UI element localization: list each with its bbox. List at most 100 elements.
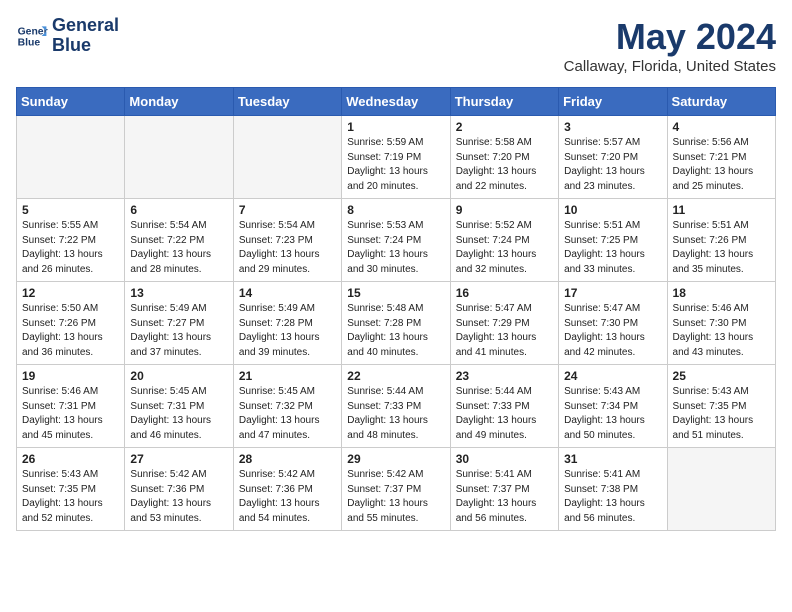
day-info: Sunrise: 5:41 AM Sunset: 7:38 PM Dayligh… bbox=[564, 468, 661, 526]
day-number: 6 bbox=[130, 203, 227, 217]
day-info: Sunrise: 5:44 AM Sunset: 7:33 PM Dayligh… bbox=[456, 385, 553, 443]
day-number: 5 bbox=[22, 203, 119, 217]
day-number: 30 bbox=[456, 452, 553, 466]
day-cell: 14 Sunrise: 5:49 AM Sunset: 7:28 PM Dayli… bbox=[233, 282, 341, 365]
day-info: Sunrise: 5:58 AM Sunset: 7:20 PM Dayligh… bbox=[456, 136, 553, 194]
day-number: 7 bbox=[239, 203, 336, 217]
day-cell: 2 Sunrise: 5:58 AM Sunset: 7:20 PM Daylig… bbox=[450, 116, 558, 199]
day-cell: 11 Sunrise: 5:51 AM Sunset: 7:26 PM Dayli… bbox=[667, 199, 775, 282]
day-info: Sunrise: 5:43 AM Sunset: 7:35 PM Dayligh… bbox=[673, 385, 770, 443]
day-number: 15 bbox=[347, 286, 444, 300]
day-info: Sunrise: 5:41 AM Sunset: 7:37 PM Dayligh… bbox=[456, 468, 553, 526]
day-cell: 6 Sunrise: 5:54 AM Sunset: 7:22 PM Daylig… bbox=[125, 199, 233, 282]
day-number: 22 bbox=[347, 369, 444, 383]
location: Callaway, Florida, United States bbox=[564, 58, 776, 75]
day-number: 3 bbox=[564, 120, 661, 134]
day-info: Sunrise: 5:49 AM Sunset: 7:27 PM Dayligh… bbox=[130, 302, 227, 360]
day-info: Sunrise: 5:45 AM Sunset: 7:31 PM Dayligh… bbox=[130, 385, 227, 443]
day-cell: 8Sunrise: 5:53 AM Sunset: 7:24 PM Daylig… bbox=[342, 199, 450, 282]
title-block: May 2024 Callaway, Florida, United State… bbox=[564, 16, 776, 75]
day-info: Sunrise: 5:59 AM Sunset: 7:19 PM Dayligh… bbox=[347, 136, 444, 194]
day-info: Sunrise: 5:43 AM Sunset: 7:35 PM Dayligh… bbox=[22, 468, 119, 526]
day-cell: 1 Sunrise: 5:59 AM Sunset: 7:19 PM Daylig… bbox=[342, 116, 450, 199]
day-cell bbox=[233, 116, 341, 199]
weekday-header-saturday: Saturday bbox=[667, 88, 775, 116]
day-cell: 20 Sunrise: 5:45 AM Sunset: 7:31 PM Dayli… bbox=[125, 365, 233, 448]
day-info: Sunrise: 5:45 AM Sunset: 7:32 PM Dayligh… bbox=[239, 385, 336, 443]
day-number: 8 bbox=[347, 203, 444, 217]
day-info: Sunrise: 5:44 AM Sunset: 7:33 PM Dayligh… bbox=[347, 385, 444, 443]
day-cell: 4Sunrise: 5:56 AM Sunset: 7:21 PM Daylig… bbox=[667, 116, 775, 199]
day-cell: 22 Sunrise: 5:44 AM Sunset: 7:33 PM Dayli… bbox=[342, 365, 450, 448]
day-cell: 26 Sunrise: 5:43 AM Sunset: 7:35 PM Dayli… bbox=[17, 448, 125, 531]
day-number: 10 bbox=[564, 203, 661, 217]
day-info: Sunrise: 5:54 AM Sunset: 7:22 PM Dayligh… bbox=[130, 219, 227, 277]
week-row-0: 1 Sunrise: 5:59 AM Sunset: 7:19 PM Daylig… bbox=[17, 116, 776, 199]
day-cell: 9 Sunrise: 5:52 AM Sunset: 7:24 PM Daylig… bbox=[450, 199, 558, 282]
weekday-header-tuesday: Tuesday bbox=[233, 88, 341, 116]
day-number: 13 bbox=[130, 286, 227, 300]
weekday-header-thursday: Thursday bbox=[450, 88, 558, 116]
day-cell: 29 Sunrise: 5:42 AM Sunset: 7:37 PM Dayli… bbox=[342, 448, 450, 531]
day-cell bbox=[125, 116, 233, 199]
day-info: Sunrise: 5:51 AM Sunset: 7:26 PM Dayligh… bbox=[673, 219, 770, 277]
day-number: 4 bbox=[673, 120, 770, 134]
day-info: Sunrise: 5:52 AM Sunset: 7:24 PM Dayligh… bbox=[456, 219, 553, 277]
day-cell: 19 Sunrise: 5:46 AM Sunset: 7:31 PM Dayli… bbox=[17, 365, 125, 448]
day-number: 9 bbox=[456, 203, 553, 217]
day-number: 23 bbox=[456, 369, 553, 383]
day-cell: 23 Sunrise: 5:44 AM Sunset: 7:33 PM Dayli… bbox=[450, 365, 558, 448]
logo-text: General Blue bbox=[52, 16, 119, 56]
day-info: Sunrise: 5:42 AM Sunset: 7:36 PM Dayligh… bbox=[239, 468, 336, 526]
day-info: Sunrise: 5:43 AM Sunset: 7:34 PM Dayligh… bbox=[564, 385, 661, 443]
logo-icon: General Blue bbox=[16, 20, 48, 52]
day-info: Sunrise: 5:48 AM Sunset: 7:28 PM Dayligh… bbox=[347, 302, 444, 360]
calendar-table: SundayMondayTuesdayWednesdayThursdayFrid… bbox=[16, 87, 776, 531]
day-cell: 30 Sunrise: 5:41 AM Sunset: 7:37 PM Dayli… bbox=[450, 448, 558, 531]
day-number: 29 bbox=[347, 452, 444, 466]
day-cell: 15 Sunrise: 5:48 AM Sunset: 7:28 PM Dayli… bbox=[342, 282, 450, 365]
day-number: 27 bbox=[130, 452, 227, 466]
day-cell: 25 Sunrise: 5:43 AM Sunset: 7:35 PM Dayli… bbox=[667, 365, 775, 448]
day-info: Sunrise: 5:49 AM Sunset: 7:28 PM Dayligh… bbox=[239, 302, 336, 360]
weekday-header-friday: Friday bbox=[559, 88, 667, 116]
day-info: Sunrise: 5:42 AM Sunset: 7:36 PM Dayligh… bbox=[130, 468, 227, 526]
svg-text:Blue: Blue bbox=[18, 37, 41, 48]
day-cell: 5 Sunrise: 5:55 AM Sunset: 7:22 PM Daylig… bbox=[17, 199, 125, 282]
day-cell: 12 Sunrise: 5:50 AM Sunset: 7:26 PM Dayli… bbox=[17, 282, 125, 365]
day-info: Sunrise: 5:47 AM Sunset: 7:29 PM Dayligh… bbox=[456, 302, 553, 360]
week-row-2: 12 Sunrise: 5:50 AM Sunset: 7:26 PM Dayli… bbox=[17, 282, 776, 365]
day-info: Sunrise: 5:57 AM Sunset: 7:20 PM Dayligh… bbox=[564, 136, 661, 194]
day-number: 2 bbox=[456, 120, 553, 134]
day-info: Sunrise: 5:51 AM Sunset: 7:25 PM Dayligh… bbox=[564, 219, 661, 277]
day-cell: 17 Sunrise: 5:47 AM Sunset: 7:30 PM Dayli… bbox=[559, 282, 667, 365]
weekday-header-wednesday: Wednesday bbox=[342, 88, 450, 116]
day-cell: 24Sunrise: 5:43 AM Sunset: 7:34 PM Dayli… bbox=[559, 365, 667, 448]
weekday-header-row: SundayMondayTuesdayWednesdayThursdayFrid… bbox=[17, 88, 776, 116]
day-cell: 28Sunrise: 5:42 AM Sunset: 7:36 PM Dayli… bbox=[233, 448, 341, 531]
day-info: Sunrise: 5:46 AM Sunset: 7:30 PM Dayligh… bbox=[673, 302, 770, 360]
day-info: Sunrise: 5:50 AM Sunset: 7:26 PM Dayligh… bbox=[22, 302, 119, 360]
day-number: 16 bbox=[456, 286, 553, 300]
day-number: 20 bbox=[130, 369, 227, 383]
week-row-4: 26 Sunrise: 5:43 AM Sunset: 7:35 PM Dayli… bbox=[17, 448, 776, 531]
day-number: 11 bbox=[673, 203, 770, 217]
day-number: 26 bbox=[22, 452, 119, 466]
day-cell: 3 Sunrise: 5:57 AM Sunset: 7:20 PM Daylig… bbox=[559, 116, 667, 199]
day-info: Sunrise: 5:46 AM Sunset: 7:31 PM Dayligh… bbox=[22, 385, 119, 443]
week-row-3: 19 Sunrise: 5:46 AM Sunset: 7:31 PM Dayli… bbox=[17, 365, 776, 448]
day-info: Sunrise: 5:42 AM Sunset: 7:37 PM Dayligh… bbox=[347, 468, 444, 526]
logo: General Blue General Blue bbox=[16, 16, 119, 56]
weekday-header-monday: Monday bbox=[125, 88, 233, 116]
day-number: 17 bbox=[564, 286, 661, 300]
day-info: Sunrise: 5:55 AM Sunset: 7:22 PM Dayligh… bbox=[22, 219, 119, 277]
day-number: 19 bbox=[22, 369, 119, 383]
day-number: 12 bbox=[22, 286, 119, 300]
day-cell bbox=[667, 448, 775, 531]
day-number: 31 bbox=[564, 452, 661, 466]
day-number: 25 bbox=[673, 369, 770, 383]
day-number: 14 bbox=[239, 286, 336, 300]
day-cell: 16 Sunrise: 5:47 AM Sunset: 7:29 PM Dayli… bbox=[450, 282, 558, 365]
day-number: 1 bbox=[347, 120, 444, 134]
day-info: Sunrise: 5:47 AM Sunset: 7:30 PM Dayligh… bbox=[564, 302, 661, 360]
